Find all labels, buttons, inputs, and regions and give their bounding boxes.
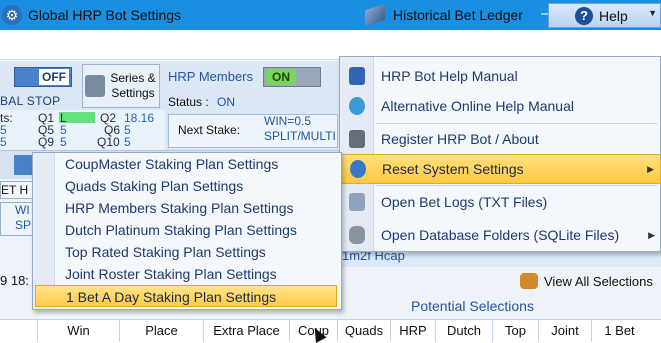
status-label: Status : [168, 95, 209, 109]
potential-selections-label: Potential Selections [411, 298, 534, 314]
stake-type-box: WI SP [0, 202, 36, 236]
stat-label: Q10 [97, 135, 120, 149]
lock-icon [349, 130, 365, 148]
help-button[interactable]: ? Help ▼ [548, 3, 661, 28]
global-settings-label: Global HRP Bot Settings [28, 7, 182, 23]
members-label: HRP Members [168, 69, 254, 84]
submenu-item-label: Quads Staking Plan Settings [65, 178, 244, 194]
series-label-line1: Series & [110, 71, 156, 85]
column-header[interactable]: Quads [337, 320, 390, 342]
column-header[interactable]: Extra Place [203, 320, 289, 342]
bet-ledger-label: Historical Bet Ledger [393, 7, 523, 23]
chevron-right-icon: ▶ [648, 229, 655, 240]
gear-icon: ⚙ [2, 5, 22, 25]
series-settings-icon [85, 75, 105, 97]
column-header[interactable]: Joint [538, 320, 591, 342]
reset-icon [350, 160, 366, 178]
get-button[interactable]: ET H [0, 181, 36, 199]
column-header[interactable]: 1 Bet [591, 320, 647, 342]
submenu-item-label: CoupMaster Staking Plan Settings [65, 156, 279, 172]
submenu-item-label: 1 Bet A Day Staking Plan Settings [66, 289, 277, 305]
race-time: 9 18: [0, 273, 29, 288]
next-stake-line1: WIN=0.5 [264, 114, 312, 128]
menu-item-label: Register HRP Bot / About [381, 131, 539, 147]
column-header[interactable]: Win [37, 320, 119, 342]
members-toggle[interactable]: ON [263, 67, 321, 87]
stop-toggle-label: OFF [39, 69, 69, 85]
hand-icon [520, 273, 538, 289]
submenu-item-label: HRP Members Staking Plan Settings [65, 200, 294, 216]
menu-separator [376, 185, 658, 186]
submenu-item-joint-roster[interactable]: Joint Roster Staking Plan Settings [33, 263, 341, 285]
menu-item-label: Alternative Online Help Manual [381, 98, 574, 114]
menu-item-reset-settings[interactable]: Reset System Settings ▶ [340, 154, 661, 184]
status-value: ON [217, 95, 235, 109]
help-icon: ? [575, 6, 593, 25]
help-label: Help [599, 7, 628, 24]
chevron-right-icon: ▶ [647, 163, 654, 174]
menu-item-database-folders[interactable]: Open Database Folders (SQLite Files) ▶ [340, 220, 661, 250]
log-file-icon [349, 193, 365, 211]
chevron-down-icon: ▼ [648, 8, 657, 18]
submenu-item-hrp-members[interactable]: HRP Members Staking Plan Settings [33, 197, 341, 219]
next-stake-label: Next Stake: [178, 123, 241, 137]
help-manual-icon [349, 67, 365, 85]
submenu-item-coupmaster[interactable]: CoupMaster Staking Plan Settings [33, 153, 341, 175]
stat-value: 5 [0, 135, 7, 149]
submenu-item-label: Joint Roster Staking Plan Settings [65, 266, 277, 282]
column-header[interactable]: Dutch [435, 320, 492, 342]
menu-item-help-manual[interactable]: HRP Bot Help Manual [340, 61, 661, 91]
submenu-item-one-bet-a-day[interactable]: 1 Bet A Day Staking Plan Settings [35, 285, 337, 307]
menu-item-label: Open Bet Logs (TXT Files) [381, 194, 548, 210]
menu-item-register[interactable]: Register HRP Bot / About [340, 124, 661, 154]
database-icon [349, 226, 365, 244]
submenu-item-top-rated[interactable]: Top Rated Staking Plan Settings [33, 241, 341, 263]
column-header[interactable]: Place [119, 320, 203, 342]
bet-ledger-button[interactable]: Historical Bet Ledger [365, 3, 523, 27]
stop-label: BAL STOP [0, 94, 61, 108]
stat-label: Q9 [38, 135, 55, 149]
view-all-label: View All Selections [544, 273, 653, 289]
menu-item-bet-logs[interactable]: Open Bet Logs (TXT Files) [340, 187, 661, 217]
menu-item-label: Open Database Folders (SQLite Files) [381, 227, 620, 243]
submenu-item-label: Top Rated Staking Plan Settings [65, 244, 266, 260]
column-header[interactable]: Top [492, 320, 538, 342]
column-header[interactable]: HRP [390, 320, 435, 342]
next-stake-line2: SPLIT/MULTI [264, 129, 336, 143]
ledger-icon [365, 3, 385, 27]
submenu-item-dutch-platinum[interactable]: Dutch Platinum Staking Plan Settings [33, 219, 341, 241]
menu-item-label: Reset System Settings [382, 161, 524, 177]
stop-toggle[interactable]: OFF [14, 67, 72, 87]
next-stake-value: WIN=0.5 SPLIT/MULTI [264, 114, 336, 144]
members-toggle-label: ON [266, 69, 296, 85]
globe-icon [349, 97, 365, 115]
series-settings-label: Series & Settings [108, 71, 158, 101]
submenu-item-quads[interactable]: Quads Staking Plan Settings [33, 175, 341, 197]
menu-item-online-help[interactable]: Alternative Online Help Manual [340, 91, 661, 121]
view-all-selections-button[interactable]: View All Selections [520, 273, 653, 289]
stat-value: 5 [60, 135, 67, 149]
menu-item-label: HRP Bot Help Manual [381, 68, 518, 84]
stat-value: 5 [124, 135, 131, 149]
series-label-line2: Settings [111, 86, 155, 100]
submenu-item-label: Dutch Platinum Staking Plan Settings [65, 222, 297, 238]
global-settings-button[interactable]: ⚙ Global HRP Bot Settings [2, 4, 181, 26]
